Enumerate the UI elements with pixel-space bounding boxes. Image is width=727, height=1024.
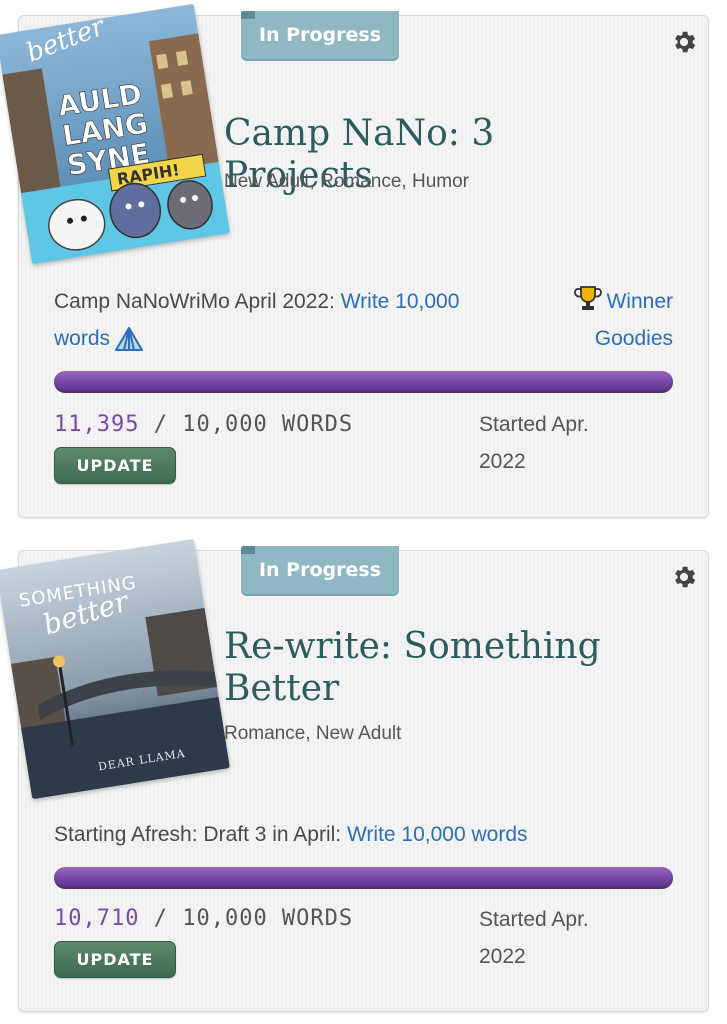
goodies-label[interactable]: Goodies <box>574 320 673 357</box>
target-words: / 10,000 WORDS <box>139 412 354 437</box>
update-button[interactable]: UPDATE <box>54 447 176 484</box>
current-words: 11,395 <box>54 412 140 437</box>
word-count: 11,395 / 10,000 WORDS <box>54 412 353 437</box>
gear-icon[interactable] <box>670 563 698 591</box>
book-cover[interactable]: SOMETHING better DEAR LLAMA <box>0 538 230 800</box>
started-date: Started Apr. 2022 <box>479 413 589 473</box>
goal-link[interactable]: Write 10,000 words <box>347 823 528 846</box>
goal-text: Starting Afresh: Draft 3 in April: Write… <box>54 816 674 853</box>
goal-prefix: Camp NaNoWriMo April 2022: <box>54 290 341 313</box>
project-card: In Progress better AULD LANG SYNE RAPIH!… <box>0 3 709 518</box>
project-card: In Progress SOMETHING better DEAR LLAMA <box>0 538 709 1012</box>
project-genres: Romance, New Adult <box>224 723 402 744</box>
book-cover[interactable]: better AULD LANG SYNE RAPIH! <box>0 3 230 265</box>
goal-prefix: Starting Afresh: Draft 3 in April: <box>54 823 347 846</box>
progress-bar <box>54 867 673 889</box>
trophy-icon <box>574 286 603 310</box>
status-tab: In Progress <box>241 546 399 594</box>
update-button[interactable]: UPDATE <box>54 941 176 978</box>
winner-label[interactable]: Winner <box>606 290 673 313</box>
project-title[interactable]: Re-write: Something Better <box>224 626 648 710</box>
progress-bar <box>54 371 673 393</box>
started-date: Started Apr. 2022 <box>479 908 589 968</box>
word-count: 10,710 / 10,000 WORDS <box>54 906 353 931</box>
target-words: / 10,000 WORDS <box>139 906 354 931</box>
winner-goodies-link[interactable]: Winner Goodies <box>574 283 673 357</box>
goal-text: Camp NaNoWriMo April 2022: Write 10,000 … <box>54 283 484 357</box>
project-genres: New Adult, Romance, Humor <box>224 171 469 192</box>
current-words: 10,710 <box>54 906 140 931</box>
tent-icon <box>115 327 144 352</box>
status-tab: In Progress <box>241 11 399 59</box>
gear-icon[interactable] <box>670 28 698 56</box>
